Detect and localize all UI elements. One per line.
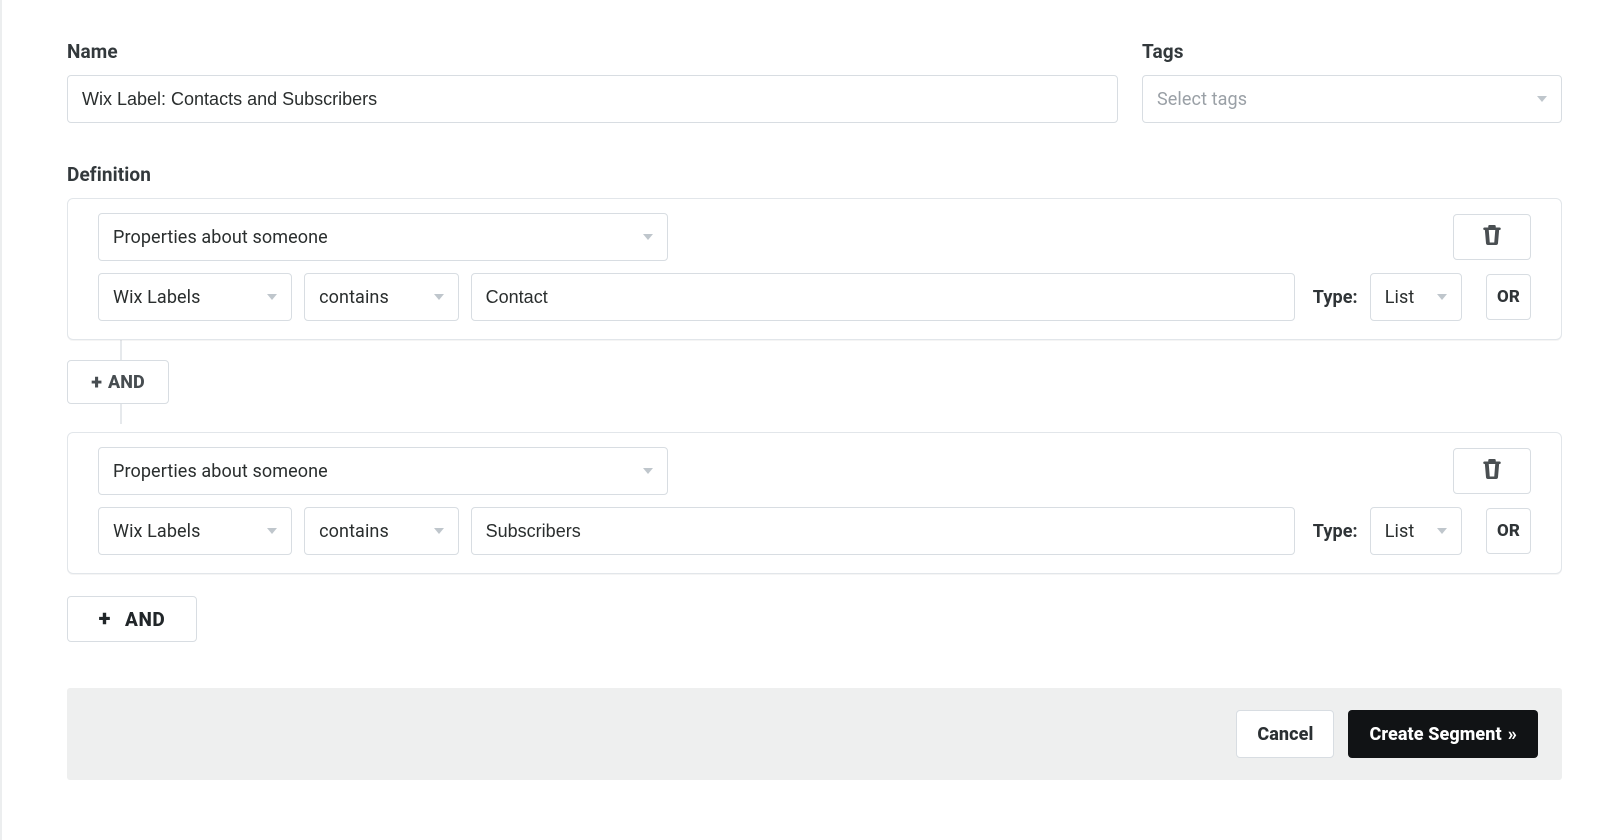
- operator-select[interactable]: contains: [304, 507, 459, 555]
- name-input[interactable]: [67, 75, 1118, 123]
- footer-bar: Cancel Create Segment »: [67, 688, 1562, 780]
- chevron-right-icon: »: [1508, 724, 1517, 745]
- property-value: Wix Labels: [113, 521, 257, 542]
- and-label: AND: [125, 608, 165, 631]
- tags-label: Tags: [1142, 40, 1562, 63]
- trash-icon: [1483, 459, 1501, 484]
- type-select[interactable]: List: [1370, 273, 1462, 321]
- condition-group: Properties about someone Wix Labels: [67, 432, 1562, 574]
- chevron-down-icon: [643, 468, 653, 474]
- plus-icon: +: [91, 370, 102, 394]
- chevron-down-icon: [1437, 294, 1447, 300]
- chevron-down-icon: [434, 294, 444, 300]
- operator-value: contains: [319, 521, 424, 542]
- chevron-down-icon: [267, 294, 277, 300]
- property-select[interactable]: Wix Labels: [98, 507, 292, 555]
- name-group: Name: [67, 40, 1118, 123]
- or-button[interactable]: OR: [1486, 508, 1531, 554]
- condition-group-area: Properties about someone Wix Labels: [67, 198, 1562, 574]
- value-input[interactable]: [471, 273, 1295, 321]
- segment-builder: Name Tags Select tags Definition Propert…: [0, 0, 1622, 840]
- cancel-button[interactable]: Cancel: [1236, 710, 1334, 758]
- operator-value: contains: [319, 287, 424, 308]
- top-row: Name Tags Select tags: [67, 40, 1562, 123]
- definition-section: Definition Properties about someone: [67, 163, 1562, 642]
- and-label: AND: [108, 372, 145, 393]
- add-and-group-button[interactable]: + AND: [67, 596, 197, 642]
- dimension-select[interactable]: Properties about someone: [98, 447, 668, 495]
- dimension-select[interactable]: Properties about someone: [98, 213, 668, 261]
- type-value: List: [1385, 521, 1427, 542]
- type-value: List: [1385, 287, 1427, 308]
- and-between-groups-button[interactable]: + AND: [67, 360, 169, 404]
- chevron-down-icon: [434, 528, 444, 534]
- chevron-down-icon: [643, 234, 653, 240]
- delete-condition-button[interactable]: [1453, 214, 1531, 260]
- condition-group: Properties about someone Wix Labels: [67, 198, 1562, 340]
- property-value: Wix Labels: [113, 287, 257, 308]
- chevron-down-icon: [1537, 96, 1547, 102]
- create-segment-label: Create Segment: [1369, 724, 1501, 745]
- name-label: Name: [67, 40, 1118, 63]
- create-segment-button[interactable]: Create Segment »: [1348, 710, 1538, 758]
- dimension-value: Properties about someone: [113, 227, 633, 248]
- trash-icon: [1483, 225, 1501, 250]
- chevron-down-icon: [1437, 528, 1447, 534]
- value-input[interactable]: [471, 507, 1295, 555]
- type-select[interactable]: List: [1370, 507, 1462, 555]
- type-label: Type:: [1313, 521, 1358, 542]
- chevron-down-icon: [267, 528, 277, 534]
- delete-condition-button[interactable]: [1453, 448, 1531, 494]
- property-select[interactable]: Wix Labels: [98, 273, 292, 321]
- plus-icon: +: [99, 607, 111, 632]
- tags-select[interactable]: Select tags: [1142, 75, 1562, 123]
- definition-label: Definition: [67, 163, 1562, 186]
- operator-select[interactable]: contains: [304, 273, 459, 321]
- tags-select-placeholder: Select tags: [1157, 89, 1527, 110]
- type-label: Type:: [1313, 287, 1358, 308]
- tags-group: Tags Select tags: [1142, 40, 1562, 123]
- or-button[interactable]: OR: [1486, 274, 1531, 320]
- dimension-value: Properties about someone: [113, 461, 633, 482]
